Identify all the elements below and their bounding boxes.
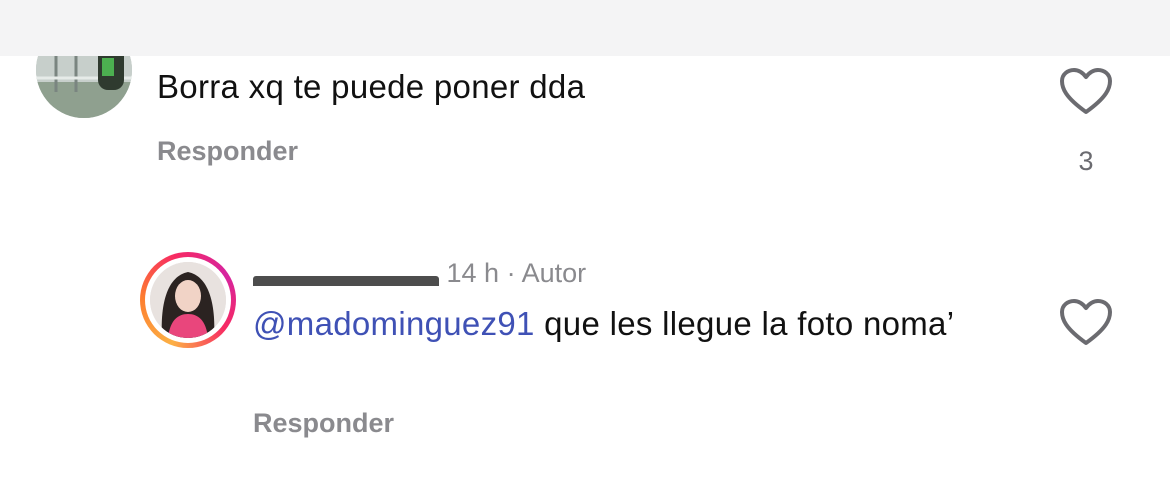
- heart-outline-icon[interactable]: [1059, 298, 1113, 348]
- reply-button[interactable]: Responder: [157, 136, 298, 167]
- top-background-strip: [0, 0, 1170, 56]
- mention-link[interactable]: @madominguez91: [253, 305, 535, 342]
- like-count: 3: [1078, 146, 1094, 176]
- author-badge: Autor: [521, 258, 587, 288]
- comment-body: que les llegue la foto noma’: [534, 305, 955, 342]
- comment-meta: 14 h · Autor: [253, 256, 586, 289]
- comment-time: 14 h: [446, 258, 500, 288]
- comment-text: Borra xq te puede poner dda: [157, 68, 586, 105]
- avatar-crop-mask: [0, 0, 160, 56]
- reply-button[interactable]: Responder: [253, 408, 394, 439]
- story-ring-avatar[interactable]: [140, 252, 236, 348]
- comment-text: @madominguez91 que les llegue la foto no…: [253, 302, 1013, 345]
- redacted-username[interactable]: [253, 256, 439, 286]
- heart-outline-icon[interactable]: [1059, 67, 1113, 117]
- author-avatar: [150, 262, 226, 338]
- avatar-photo: [150, 262, 226, 338]
- meta-separator: ·: [506, 258, 516, 288]
